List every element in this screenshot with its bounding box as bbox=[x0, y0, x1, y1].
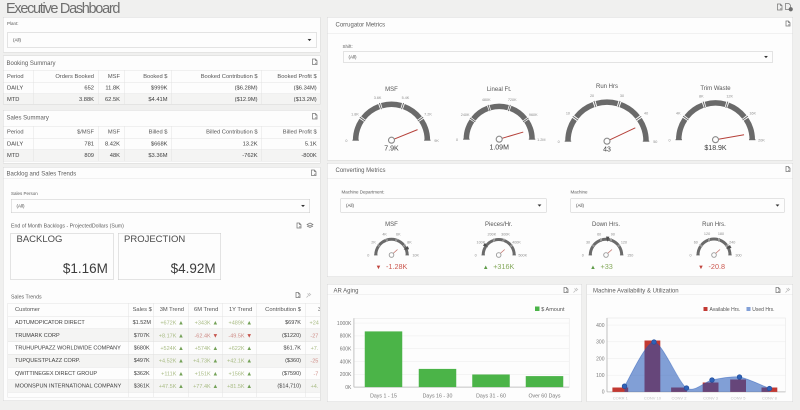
svg-text:0: 0 bbox=[582, 254, 584, 258]
svg-text:240: 240 bbox=[729, 240, 735, 244]
svg-text:0: 0 bbox=[602, 390, 605, 396]
svg-text:Trim Waste: Trim Waste bbox=[700, 86, 731, 92]
svg-text:-20.8: -20.8 bbox=[709, 262, 726, 271]
svg-text:1.8K: 1.8K bbox=[351, 112, 359, 116]
svg-text:0: 0 bbox=[689, 254, 691, 258]
svg-text:100: 100 bbox=[596, 373, 605, 379]
svg-text:150: 150 bbox=[627, 254, 633, 258]
svg-text:Days 16 - 30: Days 16 - 30 bbox=[423, 393, 453, 399]
svg-text:800K: 800K bbox=[340, 334, 352, 340]
svg-text:120: 120 bbox=[621, 241, 627, 245]
svg-text:4K: 4K bbox=[676, 111, 681, 115]
svg-text:0: 0 bbox=[558, 140, 560, 144]
svg-text:12K: 12K bbox=[726, 95, 733, 99]
svg-text:Run Hrs.: Run Hrs. bbox=[702, 222, 726, 228]
svg-text:200K: 200K bbox=[340, 372, 352, 378]
svg-text:Days 31 - 60: Days 31 - 60 bbox=[476, 393, 506, 399]
svg-text:MSF: MSF bbox=[385, 87, 398, 93]
svg-text:30: 30 bbox=[620, 94, 624, 98]
svg-text:400K: 400K bbox=[512, 241, 521, 245]
svg-text:0: 0 bbox=[345, 139, 347, 143]
svg-text:3.6K: 3.6K bbox=[374, 96, 382, 100]
svg-text:20: 20 bbox=[590, 94, 594, 98]
svg-text:60: 60 bbox=[694, 240, 698, 244]
svg-text:+316K: +316K bbox=[493, 262, 514, 271]
svg-text:-1.28K: -1.28K bbox=[386, 262, 408, 271]
svg-text:720K: 720K bbox=[508, 98, 517, 102]
svg-text:1000K: 1000K bbox=[337, 321, 352, 327]
svg-text:10K: 10K bbox=[412, 254, 419, 258]
svg-text:$18.9K: $18.9K bbox=[704, 145, 727, 152]
svg-text:0K: 0K bbox=[345, 385, 352, 391]
svg-text:7.9K: 7.9K bbox=[384, 146, 399, 153]
svg-text:8K: 8K bbox=[407, 241, 412, 245]
svg-text:300: 300 bbox=[596, 340, 605, 346]
svg-text:0: 0 bbox=[668, 138, 670, 142]
svg-text:6K: 6K bbox=[396, 233, 401, 237]
svg-text:480K: 480K bbox=[482, 98, 491, 102]
svg-text:CORR 1: CORR 1 bbox=[613, 395, 629, 400]
svg-text:400K: 400K bbox=[340, 359, 352, 365]
svg-text:300: 300 bbox=[735, 254, 741, 258]
svg-text:Down Hrs.: Down Hrs. bbox=[592, 222, 620, 228]
svg-text:30: 30 bbox=[586, 241, 590, 245]
svg-text:8K: 8K bbox=[699, 95, 704, 99]
svg-text:200K: 200K bbox=[488, 233, 497, 237]
svg-text:10: 10 bbox=[566, 112, 570, 116]
svg-text:60: 60 bbox=[597, 233, 601, 237]
svg-text:4K: 4K bbox=[382, 233, 387, 237]
svg-text:5.4K: 5.4K bbox=[402, 96, 410, 100]
svg-text:960K: 960K bbox=[529, 113, 538, 117]
svg-text:+33: +33 bbox=[601, 262, 613, 271]
svg-text:CONV 8: CONV 8 bbox=[762, 395, 778, 400]
svg-text:▼: ▼ bbox=[376, 265, 382, 271]
svg-text:40: 40 bbox=[644, 112, 648, 116]
svg-text:20K: 20K bbox=[758, 138, 765, 142]
svg-text:Over 60 Days: Over 60 Days bbox=[528, 393, 560, 399]
svg-text:90: 90 bbox=[611, 233, 615, 237]
svg-text:▼: ▼ bbox=[698, 265, 704, 271]
svg-text:0: 0 bbox=[367, 254, 369, 258]
svg-text:7.2K: 7.2K bbox=[424, 112, 432, 116]
svg-text:16K: 16K bbox=[749, 111, 756, 115]
svg-text:1.09M: 1.09M bbox=[489, 145, 509, 152]
svg-text:MSF: MSF bbox=[385, 222, 398, 228]
svg-text:CONV 5: CONV 5 bbox=[731, 395, 747, 400]
svg-text:Pieces/Hr.: Pieces/Hr. bbox=[485, 222, 513, 228]
svg-text:1.2M: 1.2M bbox=[537, 138, 545, 142]
svg-text:300K: 300K bbox=[501, 233, 510, 237]
svg-text:▲: ▲ bbox=[590, 265, 596, 271]
svg-text:CONV 3: CONV 3 bbox=[703, 395, 719, 400]
svg-text:0: 0 bbox=[475, 254, 477, 258]
svg-text:CONV 10: CONV 10 bbox=[644, 395, 662, 400]
svg-text:400: 400 bbox=[596, 323, 605, 329]
svg-text:▲: ▲ bbox=[483, 265, 489, 271]
svg-text:Run Hrs: Run Hrs bbox=[596, 84, 618, 90]
svg-text:CONV 2: CONV 2 bbox=[672, 395, 688, 400]
svg-text:200: 200 bbox=[596, 356, 605, 362]
svg-text:Lineal Ft.: Lineal Ft. bbox=[487, 87, 512, 93]
svg-text:500K: 500K bbox=[518, 254, 527, 258]
svg-text:180: 180 bbox=[718, 232, 724, 236]
svg-text:600K: 600K bbox=[340, 346, 352, 352]
svg-text:240K: 240K bbox=[461, 113, 470, 117]
svg-text:0: 0 bbox=[456, 138, 458, 142]
svg-text:120: 120 bbox=[704, 232, 710, 236]
svg-text:50: 50 bbox=[653, 140, 657, 144]
svg-text:43: 43 bbox=[603, 147, 611, 154]
svg-text:Days 1 - 15: Days 1 - 15 bbox=[370, 393, 397, 399]
svg-text:9K: 9K bbox=[434, 139, 439, 143]
svg-text:2K: 2K bbox=[371, 241, 376, 245]
